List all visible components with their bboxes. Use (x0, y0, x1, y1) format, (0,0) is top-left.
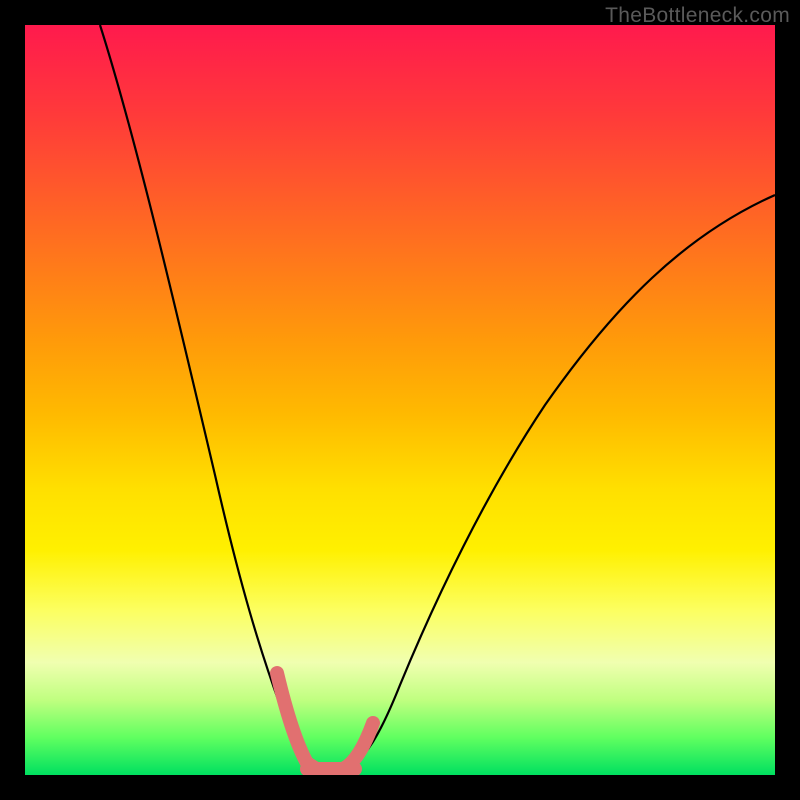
plot-area (25, 25, 775, 775)
chart-frame: TheBottleneck.com (0, 0, 800, 800)
curve-layer (25, 25, 775, 775)
right-curve (325, 195, 775, 770)
pink-highlight-left (277, 673, 318, 770)
left-curve (100, 25, 325, 770)
pink-highlight-right (343, 723, 373, 769)
